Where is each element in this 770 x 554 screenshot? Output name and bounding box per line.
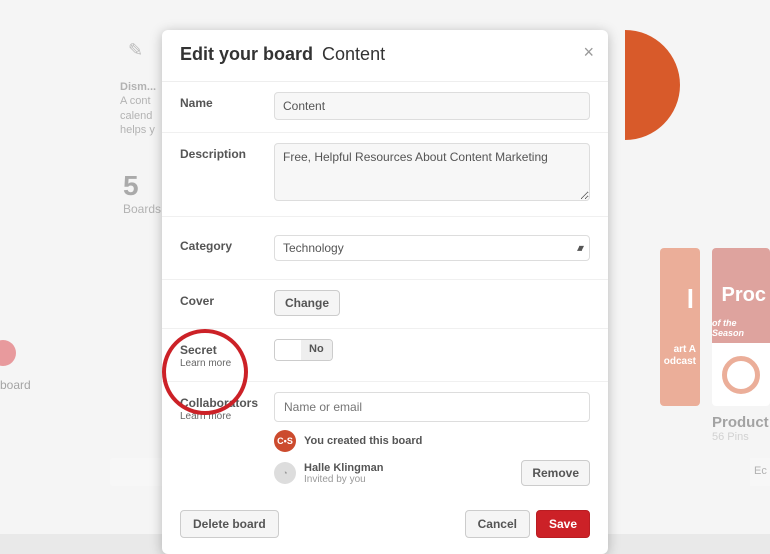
category-value: Technology — [283, 241, 344, 255]
label-description: Description — [180, 143, 274, 161]
label-collaborators: Collaborators Learn more — [180, 392, 274, 422]
modal-title: Edit your board Content — [180, 44, 385, 64]
learn-more-link[interactable]: Learn more — [180, 411, 274, 422]
label-name: Name — [180, 92, 274, 110]
row-cover: Cover Change — [162, 280, 608, 329]
modal-header: Edit your board Content × — [162, 30, 608, 82]
row-secret: Secret Learn more No — [162, 329, 608, 382]
collaborator-row: ◔ Halle Klingman Invited by you Remove — [274, 460, 590, 486]
row-collaborators: Collaborators Learn more C•S You created… — [162, 382, 608, 498]
collaborator-creator: C•S You created this board — [274, 430, 590, 452]
label-secret: Secret Learn more — [180, 339, 274, 369]
collaborator-input[interactable] — [274, 392, 590, 422]
collaborator-name: Halle Klingman — [304, 462, 383, 474]
label-cover: Cover — [180, 290, 274, 308]
avatar: ◔ — [274, 462, 296, 484]
chevron-updown-icon: ▴▾ — [577, 243, 581, 254]
row-description: Description Free, Helpful Resources Abou… — [162, 133, 608, 217]
close-icon[interactable]: × — [583, 42, 594, 63]
secret-toggle[interactable]: No — [274, 339, 333, 361]
row-name: Name — [162, 82, 608, 133]
collaborator-sub: Invited by you — [304, 474, 383, 485]
avatar: C•S — [274, 430, 296, 452]
change-cover-button[interactable]: Change — [274, 290, 340, 316]
label-category: Category — [180, 235, 274, 253]
toggle-value: No — [301, 340, 332, 360]
modal-footer: Delete board Cancel Save — [162, 498, 608, 544]
description-textarea[interactable]: Free, Helpful Resources About Content Ma… — [274, 143, 590, 201]
creator-text: You created this board — [304, 435, 422, 447]
name-input[interactable] — [274, 92, 590, 120]
remove-collaborator-button[interactable]: Remove — [521, 460, 590, 486]
edit-board-modal: Edit your board Content × Name Descripti… — [162, 30, 608, 554]
category-select[interactable]: Technology ▴▾ — [274, 235, 590, 261]
row-category: Category Technology ▴▾ — [162, 217, 608, 280]
